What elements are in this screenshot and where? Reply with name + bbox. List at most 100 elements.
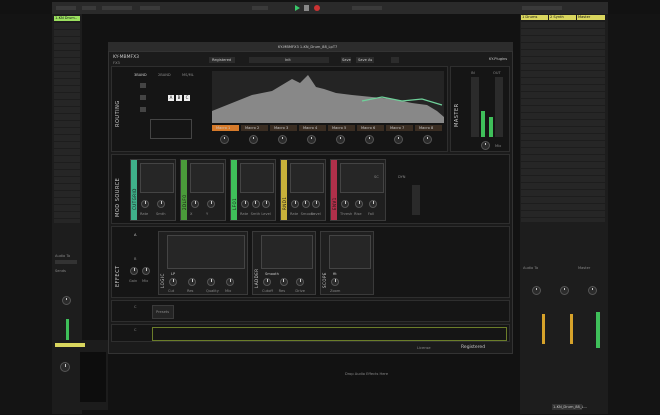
macro-button-5[interactable]: Macro 5 xyxy=(328,125,355,131)
mod-knob-rate[interactable] xyxy=(241,200,249,208)
save-as-button[interactable]: Save As xyxy=(356,57,374,63)
mod-module-lfo1[interactable]: LFO1 Rate Smth Level xyxy=(230,159,276,221)
stop-icon[interactable] xyxy=(304,5,309,11)
fx-knob-zoom[interactable] xyxy=(331,278,339,286)
mod-module-display[interactable] xyxy=(140,163,174,193)
fx-module-scope[interactable]: SCOPE fit Zoom xyxy=(320,231,374,295)
macro-knob-1[interactable] xyxy=(220,135,229,144)
registered-button[interactable]: Registered xyxy=(209,57,235,63)
master-out-fader[interactable] xyxy=(495,77,503,137)
mod-module-display[interactable] xyxy=(190,163,224,193)
mod-module-2dlfo[interactable]: 2DLFO X Y xyxy=(180,159,226,221)
routing-node-in[interactable] xyxy=(140,83,146,88)
routing-tab-msml[interactable]: MS/ML xyxy=(182,73,194,77)
fx-knob-drive[interactable] xyxy=(296,278,305,286)
env-extra-slider[interactable] xyxy=(412,185,420,215)
fx-module-display[interactable] xyxy=(167,235,245,269)
chain-b[interactable]: B xyxy=(176,95,182,101)
effect-drop-zone[interactable] xyxy=(152,327,507,341)
track-name-bottom-field[interactable]: 1-KN_Drum_88_L... xyxy=(552,404,587,410)
mod-knob-level[interactable] xyxy=(312,200,321,208)
macro-knob-6[interactable] xyxy=(365,135,374,144)
master-in-fader[interactable] xyxy=(471,77,479,137)
save-button[interactable]: Save xyxy=(341,57,351,63)
mod-knob-x[interactable] xyxy=(191,200,199,208)
time-signature-field[interactable] xyxy=(82,6,96,10)
macro-knob-5[interactable] xyxy=(336,135,345,144)
record-icon[interactable] xyxy=(314,5,320,11)
mod-knob-rate[interactable] xyxy=(141,200,149,208)
macro-knob-3[interactable] xyxy=(278,135,287,144)
routing-node-1[interactable] xyxy=(140,95,146,100)
mod-knob-thresh[interactable] xyxy=(341,200,349,208)
presets-slot[interactable]: Presets xyxy=(152,305,174,319)
scene-slots[interactable] xyxy=(521,22,605,222)
mod-module-rnd1[interactable]: RND1 Rate Smooth Level xyxy=(280,159,326,221)
fx-module-mode[interactable]: LP xyxy=(171,272,175,276)
fx-module-display[interactable] xyxy=(261,235,313,269)
fx-module-mode[interactable]: fit xyxy=(333,272,337,276)
macro-knob-8[interactable] xyxy=(423,135,432,144)
fx-knob-mix[interactable] xyxy=(226,278,234,286)
send-knob-2[interactable] xyxy=(560,286,569,295)
effect-row-c2-label[interactable]: C xyxy=(134,328,137,332)
fx-knob-quality[interactable] xyxy=(207,278,215,286)
fx-knob-cut[interactable] xyxy=(169,278,177,286)
effect-row-a[interactable]: A xyxy=(134,233,136,237)
fx-module-mode[interactable]: Smooth xyxy=(265,272,279,276)
fx-module-ladder[interactable]: LADDER Smooth Cutoff Res Drive xyxy=(252,231,316,295)
macro-button-7[interactable]: Macro 7 xyxy=(386,125,413,131)
key-field[interactable] xyxy=(140,6,160,10)
macro-button-2[interactable]: Macro 2 xyxy=(241,125,268,131)
routing-tab-2band[interactable]: 2BAND xyxy=(158,73,171,77)
mod-knob-smth[interactable] xyxy=(251,200,260,208)
mod-knob-y[interactable] xyxy=(207,200,215,208)
tempo-field[interactable] xyxy=(56,6,76,10)
send-a-knob[interactable] xyxy=(62,296,71,305)
macro-button-6[interactable]: Macro 6 xyxy=(357,125,384,131)
mod-module-cutgrid[interactable]: CUTGRID Rate Smth xyxy=(130,159,176,221)
effect-mix-knob[interactable] xyxy=(142,267,150,275)
fx-knob-cutoff[interactable] xyxy=(263,278,271,286)
fx-knob-res[interactable] xyxy=(188,278,196,286)
chain-c[interactable]: C xyxy=(184,95,190,101)
mod-knob-smooth[interactable] xyxy=(301,200,310,208)
play-icon[interactable] xyxy=(295,5,300,11)
send-knob-3[interactable] xyxy=(588,286,597,295)
clip-slots[interactable] xyxy=(54,23,80,223)
chain-a[interactable]: A xyxy=(168,95,174,101)
macro-button-1[interactable]: Macro 1 xyxy=(212,125,239,131)
device-title-bar[interactable] xyxy=(55,343,85,347)
device-knob[interactable] xyxy=(60,362,70,372)
mod-module-env1[interactable]: ENV1 Thresh Rise Fall xyxy=(330,159,386,221)
macro-knob-7[interactable] xyxy=(394,135,403,144)
footer-license[interactable]: License xyxy=(417,346,431,350)
mod-module-display[interactable] xyxy=(240,163,274,193)
position-field[interactable] xyxy=(252,6,268,10)
mod-module-display[interactable] xyxy=(290,163,324,193)
mod-knob-fall[interactable] xyxy=(369,200,377,208)
mod-knob-smth[interactable] xyxy=(157,200,165,208)
send-knob-1[interactable] xyxy=(532,286,541,295)
mod-knob-rise[interactable] xyxy=(355,200,363,208)
quantize-field[interactable] xyxy=(102,6,132,10)
routing-grid[interactable] xyxy=(150,119,192,139)
settings-icon[interactable] xyxy=(391,57,399,63)
macro-button-3[interactable]: Macro 3 xyxy=(270,125,297,131)
loop-field[interactable] xyxy=(352,6,382,10)
mod-knob-level[interactable] xyxy=(262,200,271,208)
preset-select[interactable]: Init xyxy=(249,57,329,63)
effect-row-c-label[interactable]: C xyxy=(134,305,137,309)
fx-module-logic[interactable]: LOGIC LP Cut Res Quality Mix xyxy=(158,231,248,295)
effect-gain-knob[interactable] xyxy=(130,267,138,275)
master-mix-knob[interactable] xyxy=(481,141,490,150)
macro-button-8[interactable]: Macro 8 xyxy=(415,125,442,131)
fx-module-display[interactable] xyxy=(329,235,371,269)
effect-row-b[interactable]: B xyxy=(134,257,136,261)
routing-tab-3band[interactable]: 3BAND xyxy=(134,73,147,77)
macro-knob-2[interactable] xyxy=(249,135,258,144)
routing-node-2[interactable] xyxy=(140,107,146,112)
mod-knob-rate[interactable] xyxy=(291,200,299,208)
fx-knob-res[interactable] xyxy=(279,278,288,286)
macro-button-4[interactable]: Macro 4 xyxy=(299,125,326,131)
